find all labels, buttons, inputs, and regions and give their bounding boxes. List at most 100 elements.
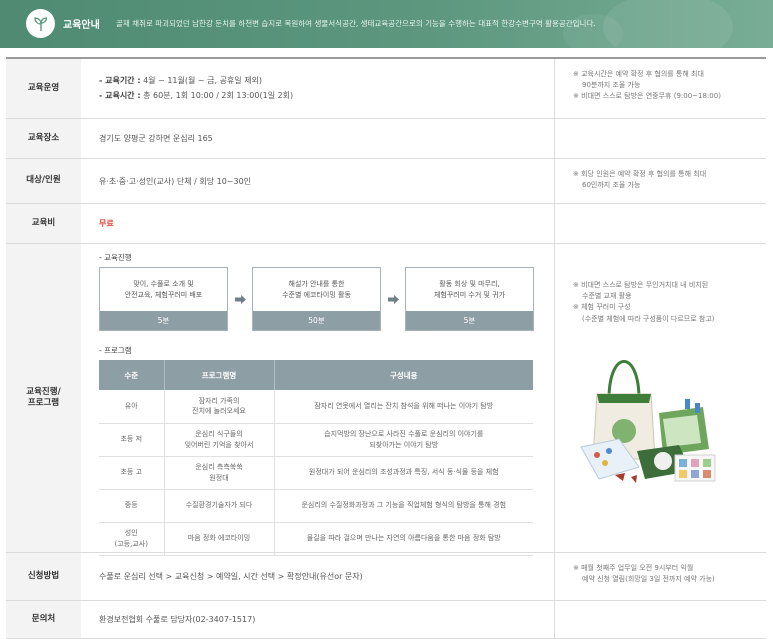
row-label: 교육운영 — [6, 59, 81, 118]
table-cell-content: 운심리의 수질정화과정과 그 기능을 직업체험 형식의 탐방을 통해 경험 — [274, 489, 533, 523]
step-text: 안전교육, 체험꾸러미 배포 — [124, 290, 203, 299]
cell-text: 원정대 — [209, 473, 229, 482]
note-text: 60인까지 조율 가능 — [582, 181, 641, 190]
fee-value: 무료 — [99, 219, 114, 228]
row-value: 수풀로 운심리 선택 > 교육신청 > 예약일, 시간 선택 > 확정안내(유선… — [99, 572, 363, 581]
row-place: 교육장소 경기도 양평군 강하면 운심리 165 — [6, 119, 766, 159]
note-text: ※ 비대면 스스로 탐방은 무인거치대 내 비치된 — [573, 281, 709, 289]
row-target: 대상/인원 유·초·중·고·성인(교사) 단체 / 회당 10~30인 ※ 회당… — [6, 159, 766, 204]
banner-decoration — [603, 0, 733, 48]
row-program: 교육진행/프로그램 - 교육진행 맞이, 수풀로 소개 및안전교육, 체험꾸러미… — [6, 244, 766, 556]
table-cell-name: 마음 정화 에코타이밍 — [164, 522, 275, 556]
row-operation: 교육운영 - 교육기간 : 4월 ~ 11월(월 ~ 금, 공휴일 제외) - … — [6, 59, 766, 119]
leaf-sprout-icon — [26, 9, 55, 38]
arrow-right-icon — [228, 294, 252, 304]
step-text: 체험꾸러미 수거 및 귀가 — [433, 290, 506, 299]
step-text: 활동 회상 및 마무리, — [439, 280, 500, 288]
cell-text: 수질환경기술자가 되다 — [185, 501, 253, 510]
cell-text: 운심리 측측쑥쑥 — [195, 463, 243, 472]
cell-text: 잊어버린 기억을 찾아서 — [184, 440, 254, 449]
step-text: 맞이, 수풀로 소개 및 — [133, 280, 194, 288]
note-text: ※ 비대면 스스로 탐방은 연중무휴 (9:00~18:00) — [573, 92, 721, 101]
row-value: - 교육진행 맞이, 수풀로 소개 및안전교육, 체험꾸러미 배포 5분 해설가… — [81, 244, 554, 556]
note-text: 90분까지 조율 가능 — [582, 81, 641, 90]
flow-step: 맞이, 수풀로 소개 및안전교육, 체험꾸러미 배포 5분 — [99, 267, 228, 331]
row-value: - 교육기간 : 4월 ~ 11월(월 ~ 금, 공휴일 제외) - 교육시간 … — [81, 59, 554, 118]
row-note: ※ 회당 인원은 예약 확정 후 협의를 통해 최대 60인까지 조율 가능 — [554, 159, 766, 203]
row-note: ※ 매월 첫째주 업무일 오전 9시부터 익월 예약 신청 열림(희망일 3일 … — [554, 553, 766, 600]
step-text: 해설가 안내를 통한 — [288, 280, 345, 288]
experience-kit-image — [579, 339, 719, 489]
note-text: ※ 교육시간은 예약 확정 후 협의를 통해 최대 — [573, 70, 704, 78]
cell-text: 되찾아가는 이야기 탐방 — [369, 440, 439, 449]
table-cell-level: 초등 저 — [99, 423, 165, 457]
steps-heading: - 교육진행 — [99, 253, 132, 262]
cell-text: 원정대가 되어 운심리의 조성과정과 특징, 서식 동·식물 등을 체험 — [308, 468, 499, 477]
table-row: 중등 수질환경기술자가 되다 운심리의 수질정화과정과 그 기능을 직업체험 형식의… — [99, 489, 533, 523]
step-time: 5분 — [406, 311, 533, 330]
table-row: 성인 (고등,교사) 마음 정화 에코타이밍 물길을 따라 걸으며 만나는 자연의 아… — [99, 522, 533, 556]
flow-step: 활동 회상 및 마무리, 체험꾸러미 수거 및 귀가 5분 — [405, 267, 534, 331]
note-text: (수준별 체험에 따라 구성품이 다르므로 참고) — [582, 314, 715, 323]
step-time: 5분 — [100, 311, 227, 330]
cell-text: 성인 — [124, 529, 138, 538]
row-value: 환경보전협회 수풀로 담당자(02-3407-1517) — [99, 615, 256, 624]
time-label: - 교육시간 : — [99, 90, 141, 100]
table-row: 유아 잠자리 가족의 잔치에 놀러오세요 잠자리 연못에서 열리는 잔치 참석을 위해… — [99, 390, 533, 424]
cell-text: (고등,교사) — [114, 539, 148, 548]
banner-title: 교육안내 — [63, 20, 100, 31]
step-text: 수준별 에코타이밍 활동 — [282, 290, 351, 299]
flow-step: 해설가 안내를 통한수준별 에코타이밍 활동 50분 — [252, 267, 381, 331]
note-text: ※ 회당 인원은 예약 확정 후 협의를 통해 최대 — [573, 170, 707, 178]
label-line: 교육진행/ — [26, 386, 61, 397]
table-cell-content: 잠자리 연못에서 열리는 잔치 참석을 위해 떠나는 이야기 탐방 — [274, 390, 533, 424]
table-row: 초등 고 운심리 측측쑥쑥 원정대 원정대가 되어 운심리의 조성과정과 특징, 서식… — [99, 456, 533, 490]
cell-text: 초등 고 — [120, 468, 143, 477]
row-label: 신청방법 — [6, 553, 81, 600]
column-header: 프로그램명 — [164, 360, 275, 390]
row-contact: 문의처 환경보전협회 수풀로 담당자(02-3407-1517) — [6, 601, 766, 639]
row-note: ※ 교육시간은 예약 확정 후 협의를 통해 최대 90분까지 조율 가능 ※ … — [554, 59, 766, 118]
period-label: - 교육기간 : — [99, 76, 141, 86]
table-cell-name: 잠자리 가족의 잔치에 놀러오세요 — [164, 390, 275, 424]
table-cell-name: 운심리 측측쑥쑥 원정대 — [164, 456, 275, 490]
note-text: ※ 체험 꾸러미 구성 — [573, 303, 631, 312]
row-value: 무료 — [81, 204, 554, 243]
row-label: 문의처 — [6, 601, 81, 638]
table-cell-name: 수질환경기술자가 되다 — [164, 489, 275, 523]
row-value: 경기도 양평군 강하면 운심리 165 — [99, 134, 213, 143]
row-label: 교육장소 — [6, 119, 81, 158]
table-cell-name: 운심리 식구들의 잊어버린 기억을 찾아서 — [164, 423, 275, 457]
education-info-table: 교육운영 - 교육기간 : 4월 ~ 11월(월 ~ 금, 공휴일 제외) - … — [6, 57, 766, 639]
cell-text: 습지먹방의 장난으로 사라진 수풀로 운심리의 이야기를 — [324, 430, 484, 439]
arrow-right-icon — [381, 294, 405, 304]
table-cell-level: 초등 고 — [99, 456, 165, 490]
cell-text: 잠자리 가족의 — [198, 397, 240, 406]
step-time: 50분 — [253, 311, 380, 330]
cell-text: 잠자리 연못에서 열리는 잔치 참석을 위해 떠나는 이야기 탐방 — [314, 402, 494, 411]
cell-text: 물길을 따라 걸으며 만나는 자연의 아름다움을 통한 마음 정화 탐방 — [306, 534, 501, 543]
label-line: 프로그램 — [27, 398, 60, 408]
table-cell-level: 유아 — [99, 390, 165, 424]
period-value: 4월 ~ 11월(월 ~ 금, 공휴일 제외) — [143, 76, 263, 86]
table-cell-content: 물길을 따라 걸으며 만나는 자연의 아름다움을 통한 마음 정화 탐방 — [274, 522, 533, 556]
banner-description: 골재 채취로 파괴되었던 남한강 둔치를 하천변 습지로 복원하여 생물서식공간… — [116, 19, 596, 28]
row-apply: 신청방법 수풀로 운심리 선택 > 교육신청 > 예약일, 시간 선택 > 확정… — [6, 553, 766, 601]
note-text: 예약 신청 열림(희망일 3일 전까지 예약 가능) — [582, 575, 715, 584]
column-header: 수준 — [99, 360, 165, 390]
table-cell-level: 성인 (고등,교사) — [99, 522, 165, 556]
row-note — [554, 601, 766, 638]
cell-text: 운심리 식구들의 — [195, 430, 243, 439]
program-table: 수준 프로그램명 구성내용 유아 잠자리 가족의 잔치에 놀러오세요 잠자리 연못에서… — [99, 360, 533, 556]
row-note: ※ 비대면 스스로 탐방은 무인거치대 내 비치된 수준별 교재 활용 ※ 체험… — [554, 244, 766, 552]
note-text: 수준별 교재 활용 — [582, 292, 632, 301]
row-label: 교육진행/프로그램 — [6, 244, 81, 552]
row-label: 교육비 — [6, 204, 81, 243]
time-value: 총 60분, 1회 10:00 / 2회 13:00(1일 2회) — [143, 90, 294, 100]
cell-text: 유아 — [124, 402, 138, 411]
table-cell-content: 원정대가 되어 운심리의 조성과정과 특징, 서식 동·식물 등을 체험 — [274, 456, 533, 490]
cell-text: 마음 정화 에코타이밍 — [187, 534, 251, 543]
steps-flow: 맞이, 수풀로 소개 및안전교육, 체험꾸러미 배포 5분 해설가 안내를 통한… — [99, 267, 554, 331]
note-text: ※ 매월 첫째주 업무일 오전 9시부터 익월 — [573, 564, 694, 572]
program-heading: - 프로그램 — [99, 346, 132, 355]
